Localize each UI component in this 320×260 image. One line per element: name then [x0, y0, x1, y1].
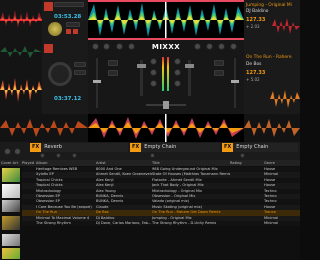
deck3-overview-waveform[interactable] [0, 40, 42, 114]
vu-meter-left [162, 57, 164, 91]
fx-unit-1-tag: FX [30, 143, 42, 152]
col-title[interactable]: Title [152, 160, 230, 166]
sync-button[interactable] [54, 2, 84, 7]
deck4-title: On The Run - Rahere [246, 55, 292, 60]
deck2-title: Jumping - Original Mi [246, 3, 292, 8]
deck3-bottom-waveform[interactable] [0, 114, 88, 142]
deck4-info: On The Run - Rahere De Bos 127.33 + 5.02 [244, 40, 300, 114]
cover-art-thumb [2, 234, 20, 246]
deck4-artist: De Bos [246, 62, 262, 67]
gain-knob[interactable] [116, 43, 123, 50]
effect-unit-2[interactable]: FX Empty Chain [130, 143, 220, 152]
effect-unit-1-name: Reverb [44, 144, 62, 150]
crossfader-handle[interactable] [163, 101, 169, 109]
deck3-play-button[interactable] [44, 44, 53, 53]
mixer-button[interactable] [214, 70, 224, 76]
mixer: MIXXX [88, 40, 244, 114]
fx-knob[interactable] [14, 148, 21, 155]
deck3-key-lock-button[interactable] [74, 70, 86, 75]
deck3-spinner-icon[interactable] [48, 62, 72, 86]
fx-mix-knob[interactable] [150, 153, 155, 158]
cover-art-column [0, 166, 22, 260]
deck4-bottom-waveform[interactable] [244, 114, 300, 142]
effect-unit-3-name: Empty Chain [236, 144, 269, 150]
vu-meter-right [167, 57, 169, 91]
col-artist[interactable]: Artist [96, 160, 152, 166]
deck2-bpm: 127.33 [246, 17, 266, 23]
eq-knob[interactable] [150, 58, 157, 65]
deck4-bpm: 127.33 [246, 70, 266, 76]
gain-knob[interactable] [194, 43, 201, 50]
play-button[interactable] [44, 2, 53, 11]
fx-unit-3-tag: FX [222, 143, 234, 152]
effect-unit-2-name: Empty Chain [144, 144, 177, 150]
deck2-overview-waveform[interactable] [272, 14, 300, 38]
cover-art-thumb [2, 168, 20, 182]
vinyl-spinner-icon[interactable] [48, 22, 62, 36]
cue-button[interactable] [66, 29, 71, 34]
cover-art-thumb [2, 248, 20, 259]
pitch-slider-track [96, 58, 98, 108]
fx-mix-knob[interactable] [56, 153, 61, 158]
fx-mix-knob[interactable] [240, 153, 245, 158]
pitch-slider-handle[interactable] [231, 80, 239, 83]
deck1-scrolling-waveform[interactable] [88, 0, 244, 40]
col-album[interactable]: Album [36, 160, 96, 166]
deck3-controls: 03:37.12 [42, 40, 88, 114]
gain-knob[interactable] [206, 43, 213, 50]
library-panel: Cover Art Played Album Artist Title Rati… [0, 160, 300, 260]
deck1-controls: 03:53.28 [42, 0, 88, 40]
effects-row: FX Reverb FX Empty Chain FX Empty Chain [0, 142, 300, 160]
cover-art-thumb [2, 184, 20, 198]
mixxx-window: 03:53.28 Jumping - Original Mi DJ Baldin… [0, 0, 300, 260]
fx-knob[interactable] [4, 148, 11, 155]
deck4-key: + 5.02 [246, 77, 260, 82]
eq-knob[interactable] [174, 58, 181, 65]
mixer-button[interactable] [214, 60, 224, 66]
channel-fader-handle[interactable] [137, 64, 146, 68]
eq-knob[interactable] [174, 80, 181, 87]
eq-knob[interactable] [150, 80, 157, 87]
fx-mix-knob[interactable] [40, 153, 45, 158]
mixxx-logo: MIXXX [151, 43, 181, 51]
eq-knob[interactable] [150, 69, 157, 76]
effect-unit-3[interactable]: FX Empty Chain [222, 143, 298, 152]
effect-unit-1[interactable]: FX Reverb [30, 143, 128, 152]
cover-art-thumb [2, 216, 20, 230]
col-rating[interactable]: Rating [230, 160, 264, 166]
pitch-slider-track [234, 58, 236, 108]
channel-fader-handle[interactable] [185, 64, 194, 68]
gain-knob[interactable] [92, 43, 99, 50]
gain-knob[interactable] [218, 43, 225, 50]
deck3-scrolling-waveform[interactable] [88, 114, 244, 142]
deck3-time: 03:37.12 [54, 96, 82, 102]
eq-knob[interactable] [174, 69, 181, 76]
mixer-button[interactable] [108, 70, 118, 76]
loop-button[interactable] [66, 22, 80, 27]
col-played[interactable]: Played [22, 160, 36, 166]
deck3-sync-button[interactable] [74, 62, 86, 67]
library-header: Cover Art Played Album Artist Title Rati… [0, 160, 300, 166]
col-genre[interactable]: Genre [264, 160, 300, 166]
gain-knob[interactable] [230, 43, 237, 50]
deck4-overview-waveform[interactable] [270, 86, 300, 112]
deck2-artist: DJ Baldino [246, 9, 269, 14]
hotcue-button[interactable] [73, 29, 78, 34]
pitch-slider-handle[interactable] [93, 80, 101, 83]
fx-mix-knob[interactable] [72, 153, 77, 158]
gain-knob[interactable] [128, 43, 135, 50]
gain-knob[interactable] [103, 43, 110, 50]
mixer-button[interactable] [108, 60, 118, 66]
deck2-info: Jumping - Original Mi DJ Baldino 127.33 … [244, 0, 300, 40]
cover-art-thumb [2, 200, 20, 212]
deck1-overview-waveform[interactable] [0, 0, 42, 40]
deck2-key: + 2.03 [246, 24, 260, 29]
fx-unit-2-tag: FX [130, 143, 142, 152]
deck1-time: 03:53.28 [54, 14, 82, 20]
rating-stars[interactable] [236, 168, 266, 228]
